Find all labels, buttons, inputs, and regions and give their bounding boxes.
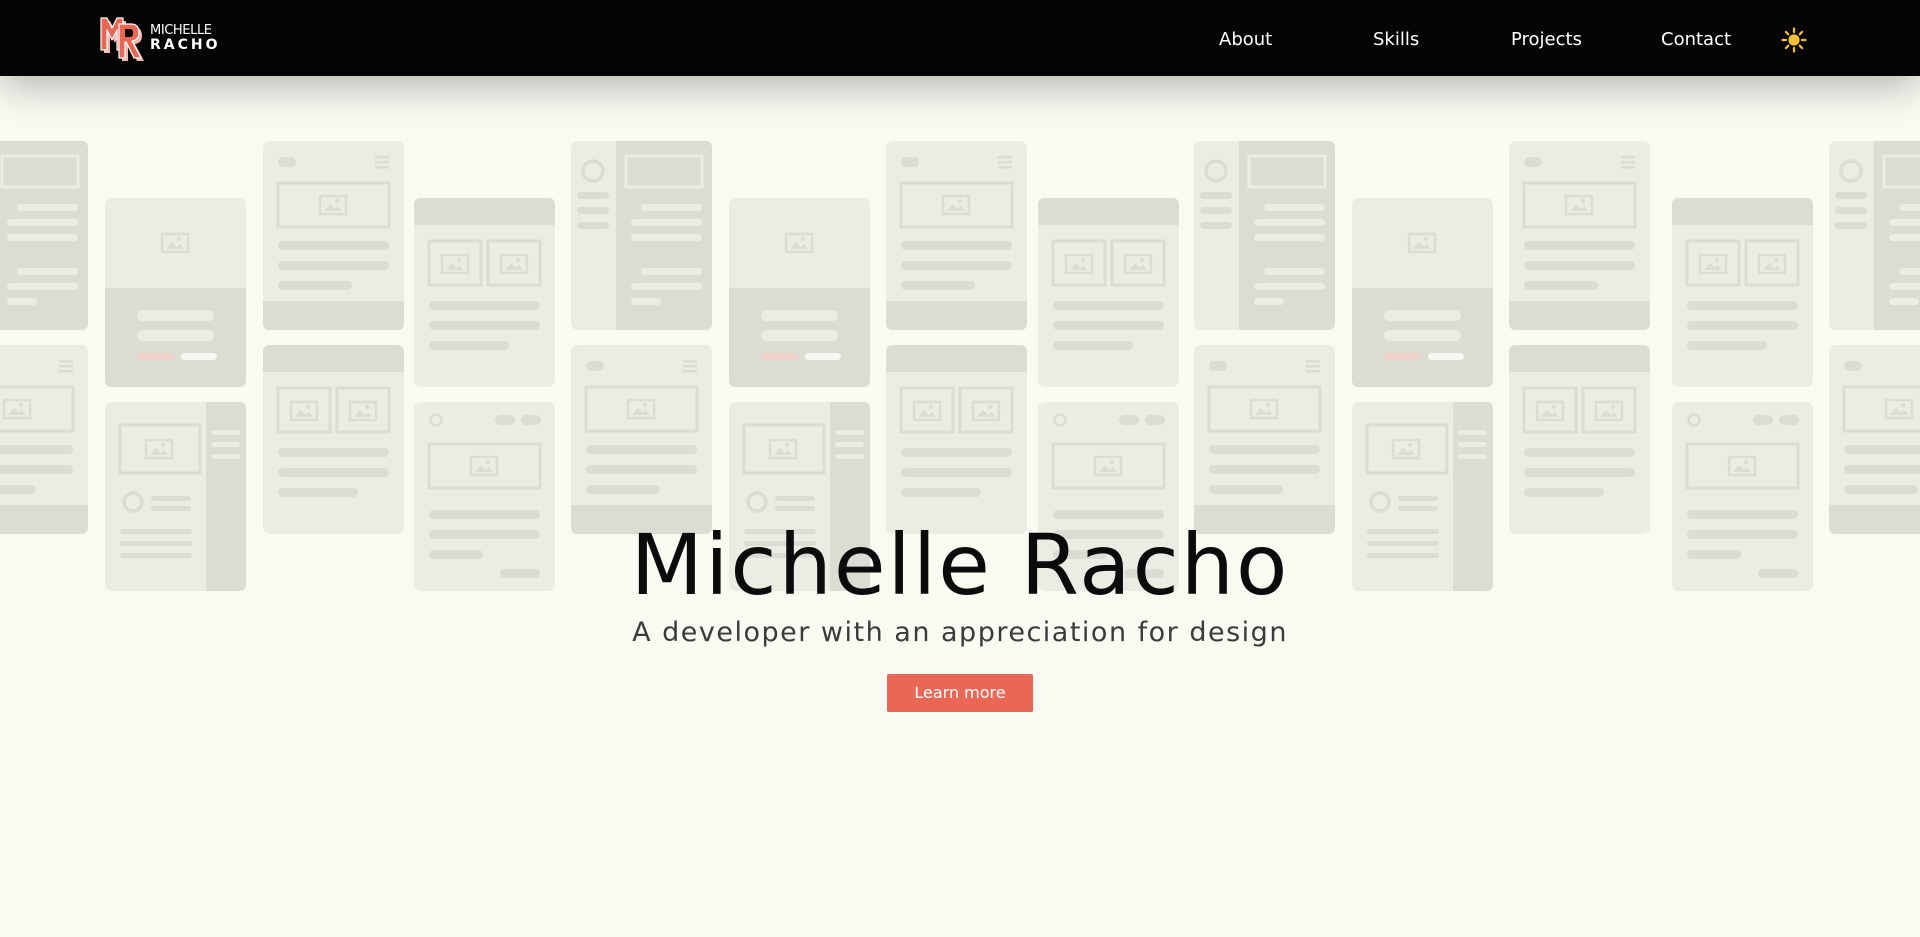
wireframe-card <box>1829 141 1920 330</box>
nav-link-skills[interactable]: Skills <box>1373 25 1419 55</box>
wireframe-card <box>886 345 1027 534</box>
nav-link-projects[interactable]: Projects <box>1511 25 1582 55</box>
wireframe-card <box>1509 345 1650 534</box>
logo-link[interactable]: MICHELLE RACHO <box>99 14 225 62</box>
nav-link-about[interactable]: About <box>1219 25 1272 55</box>
wireframe-card <box>1038 198 1179 387</box>
wireframe-card <box>1194 141 1335 330</box>
wireframe-card <box>0 345 88 534</box>
wireframe-card <box>263 345 404 534</box>
sun-icon <box>1781 27 1807 53</box>
wireframe-card <box>1829 345 1920 534</box>
wireframe-card <box>571 345 712 534</box>
mr-monogram-icon <box>100 17 144 61</box>
wireframe-card <box>263 141 404 330</box>
logo-first-name: MICHELLE <box>150 23 212 38</box>
theme-toggle-button[interactable] <box>1781 27 1807 53</box>
wireframe-card <box>1194 345 1335 534</box>
wireframe-card <box>571 141 712 330</box>
wireframe-card <box>1509 141 1650 330</box>
wireframe-card <box>1352 198 1493 387</box>
nav-link-contact[interactable]: Contact <box>1661 25 1731 55</box>
hero-title: Michelle Racho <box>630 516 1290 614</box>
wireframe-card <box>0 141 88 330</box>
logo-wordmark: MICHELLE RACHO <box>150 23 221 53</box>
wireframe-card <box>414 198 555 387</box>
wireframe-card <box>105 198 246 387</box>
wireframe-card <box>1672 198 1813 387</box>
wireframe-card <box>729 198 870 387</box>
wireframe-card <box>886 141 1027 330</box>
hero-section: Michelle Racho A developer with an appre… <box>0 515 1920 651</box>
top-navigation-bar: MICHELLE RACHO About Skills Projects Con… <box>0 0 1920 76</box>
learn-more-button[interactable]: Learn more <box>887 674 1033 712</box>
hero-subtitle: A developer with an appreciation for des… <box>632 617 1288 648</box>
logo-last-name: RACHO <box>150 37 221 53</box>
